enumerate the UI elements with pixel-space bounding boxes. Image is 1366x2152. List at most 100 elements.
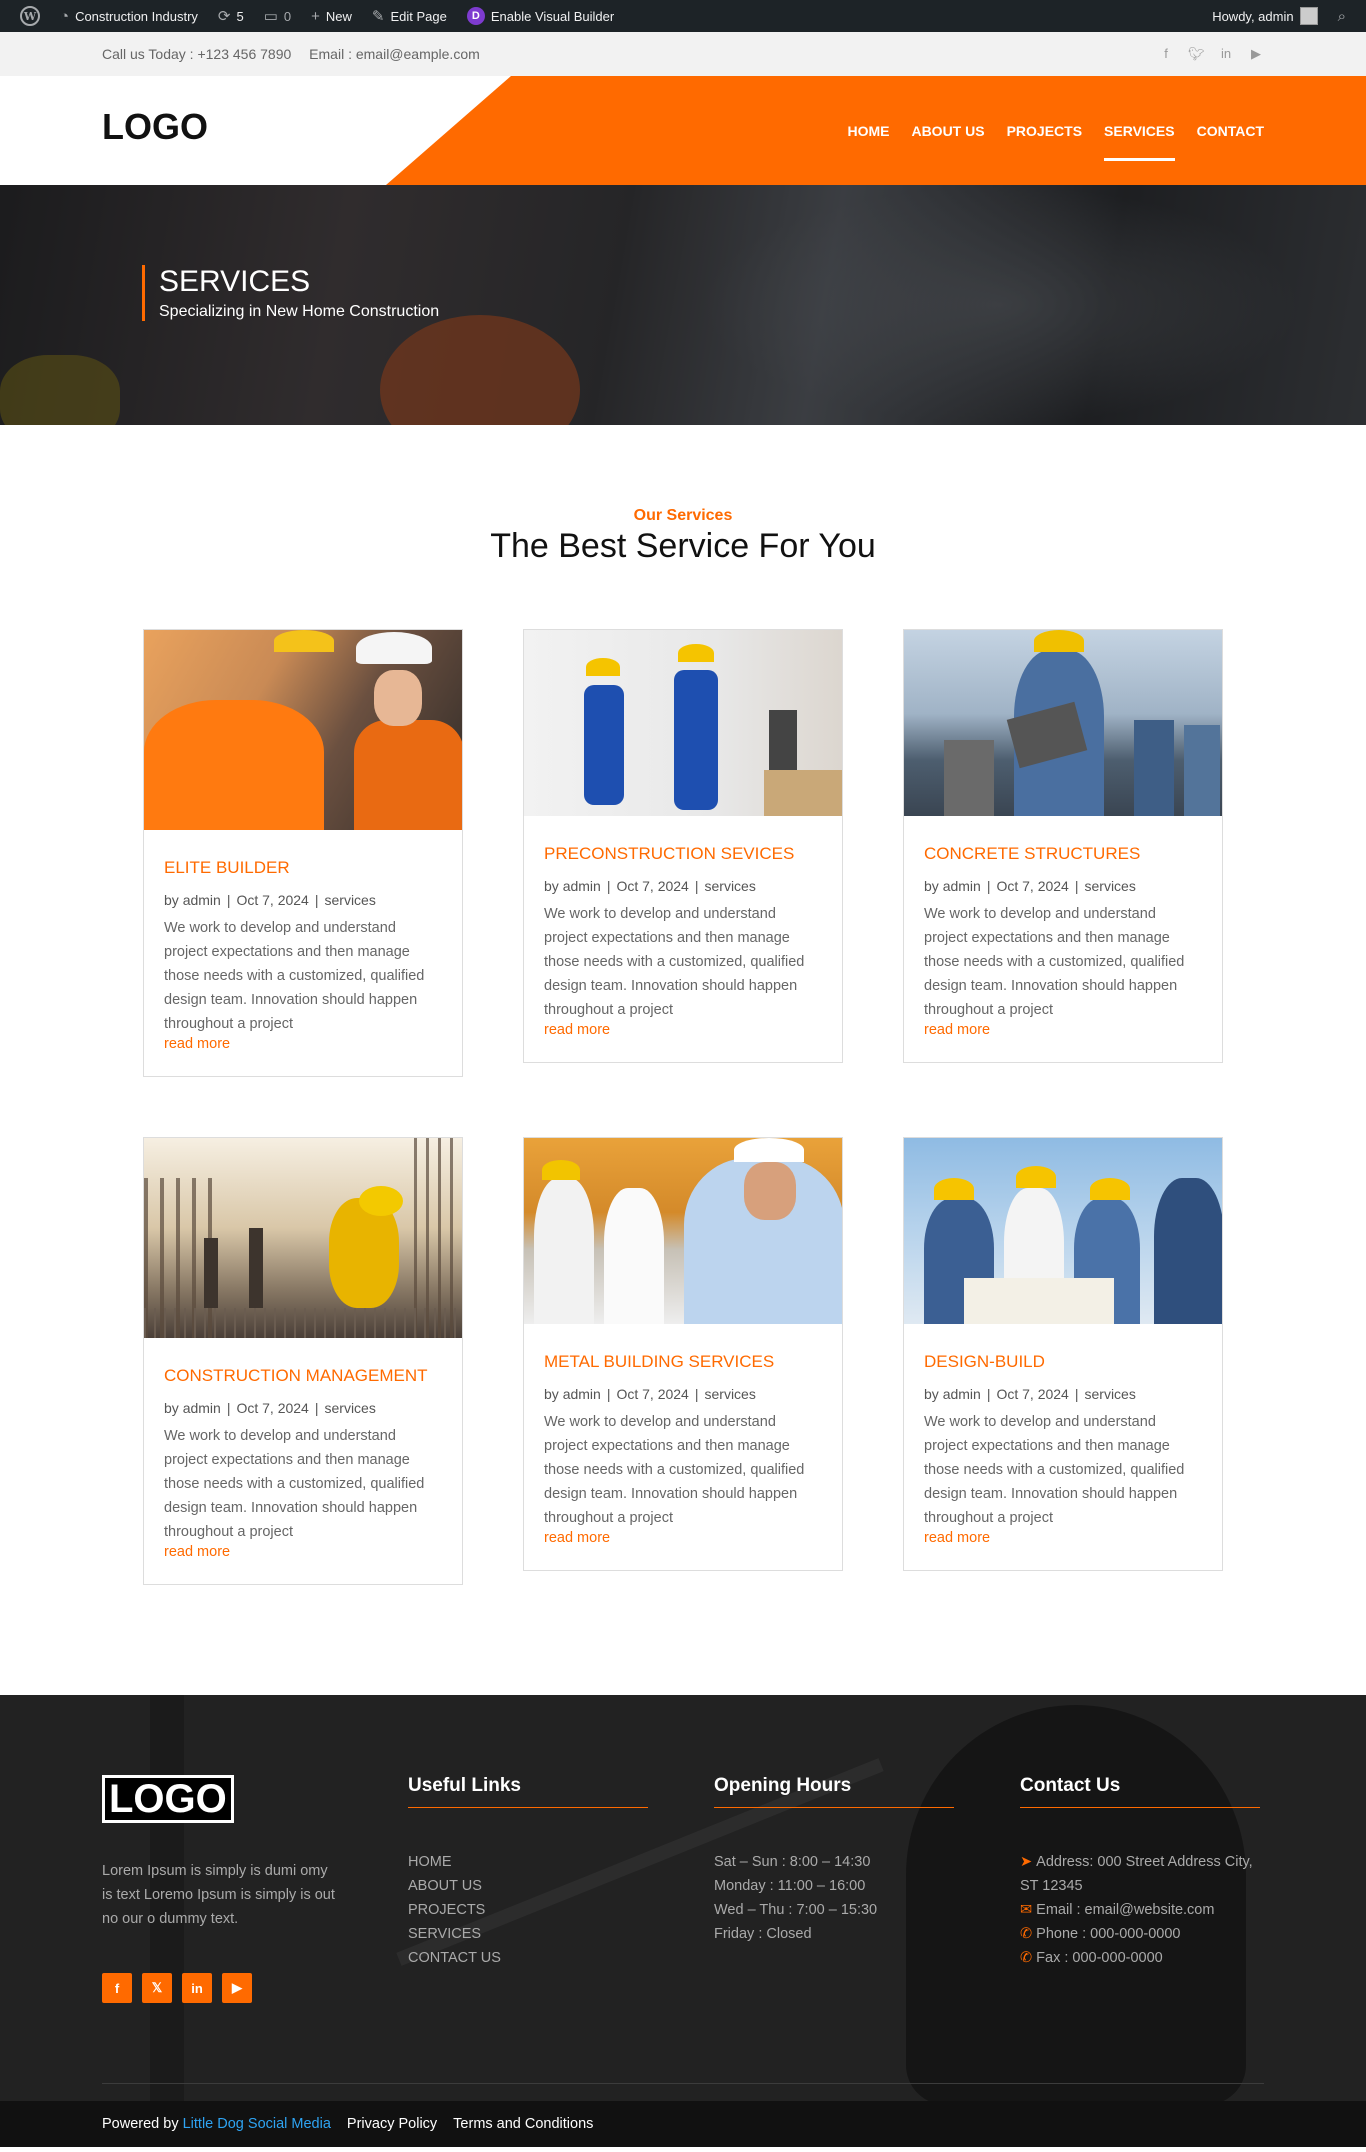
nav-home[interactable]: HOME [847,113,889,149]
contact-email[interactable]: ✉ Email : email@website.com [1020,1898,1260,1922]
card-author[interactable]: admin [943,878,981,894]
card-date: Oct 7, 2024 [616,1386,689,1402]
footer-link-about-us[interactable]: ABOUT US [408,1874,648,1898]
admin-search[interactable]: ⌕ [1328,0,1356,32]
new-content-link[interactable]: + New [301,0,362,32]
footer-link-home[interactable]: HOME [408,1850,648,1874]
facebook-icon[interactable]: f [1158,46,1174,62]
card-date: Oct 7, 2024 [236,1400,309,1416]
read-more-link[interactable]: read more [544,1022,822,1038]
email-text: Email : email@eample.com [309,46,480,62]
card-title[interactable]: PRECONSTRUCTION SEVICES [544,844,822,864]
services-section: Our Services The Best Service For You EL… [0,425,1366,1695]
service-card: PRECONSTRUCTION SEVICES by admin | Oct 7, … [523,629,843,1063]
wordpress-menu[interactable]: W [10,0,50,32]
phone-icon: ✆ [1020,1926,1033,1942]
card-author[interactable]: admin [183,1400,221,1416]
nav-projects[interactable]: PROJECTS [1007,113,1082,149]
footer-logo[interactable]: LOGO [102,1775,234,1823]
card-title[interactable]: METAL BUILDING SERVICES [544,1352,822,1372]
page-title: SERVICES [159,265,311,298]
read-more-link[interactable]: read more [924,1530,1202,1546]
card-image[interactable] [904,630,1222,816]
credit-link[interactable]: Little Dog Social Media [183,2116,331,2132]
wordpress-logo-icon: W [20,6,40,26]
card-meta: by admin | Oct 7, 2024 | services [924,1386,1136,1402]
contact-phone[interactable]: ✆ Phone : 000-000-0000 [1020,1922,1260,1946]
hours-line: Wed – Thu : 7:00 – 15:30 [714,1902,878,1918]
service-card: ELITE BUILDER by admin | Oct 7, 2024 | servi… [143,629,463,1077]
footer-contact-column: Contact Us ➤ Address: 000 Street Address … [1020,1775,1260,2003]
footer-links-column: Useful Links HOME ABOUT US PROJECTS SERV… [408,1775,648,2003]
card-category[interactable]: services [1085,1386,1136,1402]
account-menu[interactable]: Howdy, admin [1202,0,1327,32]
footer-link-projects[interactable]: PROJECTS [408,1898,648,1922]
contact-fax: ✆ Fax : 000-000-0000 [1020,1950,1163,1966]
updates-link[interactable]: ⟳ 5 [208,0,254,32]
card-category[interactable]: services [705,878,756,894]
nav-contact[interactable]: CONTACT [1197,113,1264,149]
card-title[interactable]: CONSTRUCTION MANAGEMENT [164,1366,442,1386]
linkedin-icon[interactable]: in [182,1973,212,2003]
youtube-icon[interactable]: ▶ [1248,46,1264,62]
card-excerpt: We work to develop and understand projec… [544,1414,805,1526]
read-more-link[interactable]: read more [164,1544,442,1560]
x-twitter-icon[interactable]: 𝕏 [142,1973,172,2003]
comments-link[interactable]: ▭ 0 [254,0,301,32]
fax-icon: ✆ [1020,1950,1033,1966]
card-excerpt: We work to develop and understand projec… [924,906,1185,1018]
main-nav: HOME ABOUT US PROJECTS SERVICES CONTACT [847,76,1264,185]
search-icon: ⌕ [1337,7,1346,25]
card-image[interactable] [904,1138,1222,1324]
card-author[interactable]: admin [943,1386,981,1402]
footer-hours-column: Opening Hours Sat – Sun : 8:00 – 14:30 M… [714,1775,954,2003]
comment-icon: ▭ [263,8,278,25]
card-meta: by admin | Oct 7, 2024 | services [544,1386,756,1402]
card-image[interactable] [524,630,842,816]
youtube-icon[interactable]: ▶ [222,1973,252,2003]
envelope-icon: ✉ [1020,1902,1033,1918]
card-excerpt: We work to develop and understand projec… [164,920,425,1032]
read-more-link[interactable]: read more [544,1530,822,1546]
footer-social-icons: f 𝕏 in ▶ [102,1973,342,2003]
terms-link[interactable]: Terms and Conditions [453,2116,593,2132]
twitter-icon[interactable]: 🐦︎ [1188,46,1205,62]
facebook-icon[interactable]: f [102,1973,132,2003]
service-card: CONSTRUCTION MANAGEMENT by admin | Oct 7, … [143,1137,463,1585]
card-category[interactable]: services [325,1400,376,1416]
card-date: Oct 7, 2024 [996,1386,1069,1402]
service-card: METAL BUILDING SERVICES by admin | Oct 7, … [523,1137,843,1571]
site-logo[interactable]: LOGO [102,106,208,148]
card-title[interactable]: ELITE BUILDER [164,858,442,878]
edit-page-link[interactable]: ✎ Edit Page [362,0,457,32]
card-title[interactable]: CONCRETE STRUCTURES [924,844,1202,864]
card-image[interactable] [144,1138,462,1338]
service-card: CONCRETE STRUCTURES by admin | Oct 7, 2024… [903,629,1223,1063]
card-date: Oct 7, 2024 [996,878,1069,894]
footer-link-services[interactable]: SERVICES [408,1922,648,1946]
visual-builder-link[interactable]: D Enable Visual Builder [457,0,624,32]
card-category[interactable]: services [705,1386,756,1402]
card-author[interactable]: admin [183,892,221,908]
plus-icon: + [311,7,320,25]
linkedin-icon[interactable]: in [1218,46,1234,62]
site-name-link[interactable]: ◔ Construction Industry [50,0,208,32]
card-category[interactable]: services [1085,878,1136,894]
footer-about-column: LOGO Lorem Ipsum is simply is dumi omy i… [102,1775,342,2003]
credits: Powered by Little Dog Social Media [102,2116,331,2132]
card-author[interactable]: admin [563,878,601,894]
privacy-policy-link[interactable]: Privacy Policy [347,2116,437,2132]
card-image[interactable] [144,630,462,830]
read-more-link[interactable]: read more [924,1022,1202,1038]
footer-link-contact-us[interactable]: CONTACT US [408,1946,648,1970]
nav-about-us[interactable]: ABOUT US [911,113,984,149]
contact-address: ➤ Address: 000 Street Address City, ST 12… [1020,1854,1253,1894]
card-title[interactable]: DESIGN-BUILD [924,1352,1202,1372]
nav-services[interactable]: SERVICES [1104,113,1175,161]
card-image[interactable] [524,1138,842,1324]
read-more-link[interactable]: read more [164,1036,442,1052]
card-author[interactable]: admin [563,1386,601,1402]
card-category[interactable]: services [325,892,376,908]
site-header: LOGO HOME ABOUT US PROJECTS SERVICES CON… [0,76,1366,185]
avatar [1299,7,1318,25]
